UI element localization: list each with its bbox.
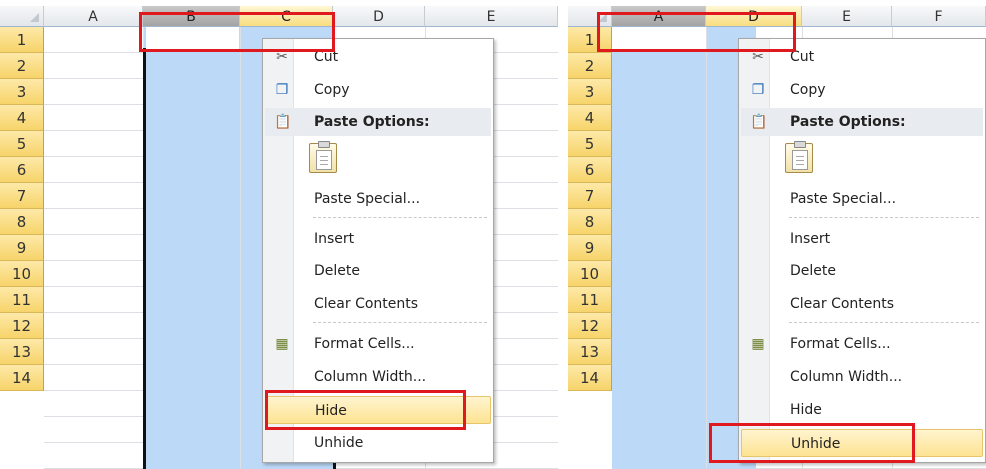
column-header-f[interactable]: F [892,6,986,27]
context-menu: ✂ Cut ❐ Copy 📋 Paste Options: Paste Spec… [738,38,986,463]
column-header-d[interactable]: D [333,6,425,27]
paste-option-icon[interactable] [785,141,813,173]
menu-item-clear-contents[interactable]: Clear Contents [265,290,491,318]
document-icon [792,150,808,170]
highlight-box-unhide [709,423,915,463]
clipboard-icon: 📋 [274,114,292,130]
menu-item-column-width[interactable]: Column Width... [265,363,491,391]
select-all-triangle-icon [30,13,39,22]
row-header[interactable]: 8 [568,209,612,235]
menu-item-label: Unhide [314,435,364,451]
row-header[interactable]: 10 [0,261,44,287]
column-header-e[interactable]: E [802,6,892,27]
row-header[interactable]: 4 [0,105,44,131]
clip-icon [318,141,330,148]
row-header[interactable]: 3 [0,79,44,105]
row-header[interactable]: 2 [0,53,44,79]
highlight-box-columns [139,12,335,52]
row-header[interactable]: 12 [568,313,612,339]
format-cells-icon: ▦ [751,336,765,352]
menu-item-copy[interactable]: ❐ Copy [265,76,491,104]
paste-option-icon[interactable] [309,141,337,173]
menu-item-label: Clear Contents [790,296,895,312]
menu-item-label: Copy [314,82,350,98]
clip-icon [794,141,806,148]
menu-header-paste-options: 📋 Paste Options: [741,108,983,136]
menu-item-hide[interactable]: Hide [741,396,983,424]
menu-item-label: Insert [790,231,831,247]
menu-separator [789,217,979,218]
menu-item-delete[interactable]: Delete [265,257,491,285]
menu-item-clear-contents[interactable]: Clear Contents [741,290,983,318]
clipboard-icon: 📋 [750,114,768,130]
menu-item-insert[interactable]: Insert [741,225,983,253]
menu-item-paste-special[interactable]: Paste Special... [265,185,491,213]
document-icon [316,150,332,170]
menu-separator [313,322,487,323]
row-header[interactable]: 14 [568,365,612,391]
menu-item-label: Copy [790,82,826,98]
menu-item-label: Clear Contents [314,296,419,312]
copy-icon: ❐ [751,82,765,98]
row-header[interactable]: 13 [568,339,612,365]
menu-item-delete[interactable]: Delete [741,257,983,285]
highlight-box-columns [597,12,796,52]
menu-header-label: Paste Options: [790,114,906,130]
selected-column-a [612,27,706,469]
row-header[interactable]: 4 [568,105,612,131]
format-cells-icon: ▦ [275,336,289,352]
row-header[interactable]: 12 [0,313,44,339]
row-header[interactable]: 10 [568,261,612,287]
menu-item-label: Paste Special... [790,191,897,207]
column-header-e[interactable]: E [425,6,558,27]
menu-item-label: Delete [790,263,836,279]
menu-item-column-width[interactable]: Column Width... [741,363,983,391]
row-header[interactable]: 2 [568,53,612,79]
row-header[interactable]: 14 [0,365,44,391]
menu-item-paste-special[interactable]: Paste Special... [741,185,983,213]
column-header-a[interactable]: A [44,6,143,27]
gridline [706,27,707,469]
row-header[interactable]: 6 [568,157,612,183]
gridline [240,27,241,469]
menu-item-label: Paste Special... [314,191,421,207]
menu-separator [313,217,487,218]
select-all-corner[interactable] [0,6,44,27]
row-header[interactable]: 11 [0,287,44,313]
copy-icon: ❐ [275,82,289,98]
selection-border-left [143,48,146,469]
menu-item-label: Delete [314,263,360,279]
menu-item-label: Format Cells... [314,336,415,352]
row-header[interactable]: 5 [568,131,612,157]
row-header[interactable]: 8 [0,209,44,235]
row-header[interactable]: 9 [568,235,612,261]
menu-header-label: Paste Options: [314,114,430,130]
menu-header-paste-options: 📋 Paste Options: [265,108,491,136]
menu-item-insert[interactable]: Insert [265,225,491,253]
menu-item-label: Column Width... [790,369,903,385]
menu-item-label: Hide [790,402,822,418]
highlight-box-hide [265,390,466,430]
menu-item-label: Insert [314,231,355,247]
menu-item-label: Column Width... [314,369,427,385]
menu-item-copy[interactable]: ❐ Copy [741,76,983,104]
menu-item-unhide[interactable]: Unhide [265,429,491,457]
row-header[interactable]: 1 [0,27,44,53]
row-header[interactable]: 6 [0,157,44,183]
row-header[interactable]: 11 [568,287,612,313]
left-spreadsheet: A B C D E 1 2 3 4 5 6 7 8 9 10 11 12 13 … [0,0,558,469]
row-header[interactable]: 5 [0,131,44,157]
row-header[interactable]: 7 [568,183,612,209]
row-header[interactable]: 3 [568,79,612,105]
row-header[interactable]: 13 [0,339,44,365]
menu-item-format-cells[interactable]: ▦ Format Cells... [265,330,491,358]
menu-separator [789,322,979,323]
right-spreadsheet: A D E F 1 2 3 4 5 6 7 8 9 10 11 12 13 14… [568,0,986,469]
menu-item-label: Format Cells... [790,336,891,352]
row-header[interactable]: 7 [0,183,44,209]
row-header[interactable]: 9 [0,235,44,261]
menu-item-format-cells[interactable]: ▦ Format Cells... [741,330,983,358]
